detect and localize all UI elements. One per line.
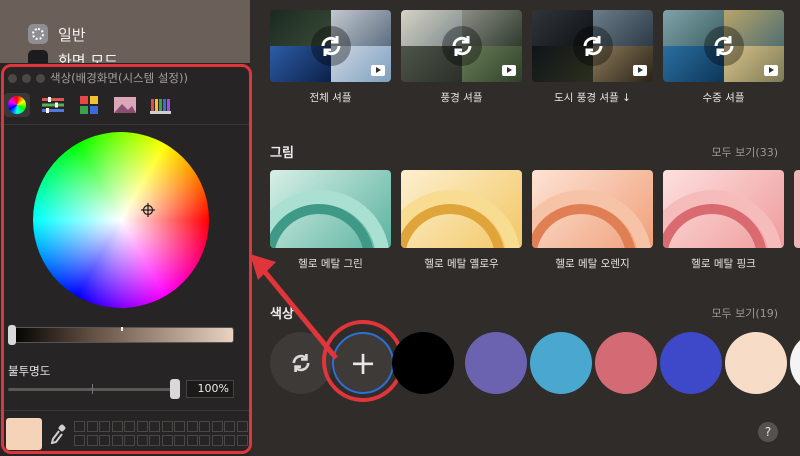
shuffle-icon	[572, 26, 613, 66]
picture-label: 헬로 메탈 핑크	[691, 258, 756, 270]
shuffle-thumbnail	[532, 10, 653, 82]
color-swatch-black[interactable]	[392, 332, 454, 394]
gear-icon	[28, 24, 48, 44]
color-swatch-purple[interactable]	[465, 332, 527, 394]
shuffle-icon	[441, 26, 482, 66]
shuffle-thumbnail	[401, 10, 522, 82]
play-icon	[764, 65, 778, 76]
picture-card-yellow[interactable]: 헬로 메탈 옐로우	[401, 170, 522, 271]
shuffle-icon	[703, 26, 744, 66]
play-icon	[502, 65, 516, 76]
color-swatch-indigo[interactable]	[660, 332, 722, 394]
picture-thumbnail	[401, 170, 522, 248]
shuffle-icon	[310, 26, 351, 66]
arrow-icon	[250, 254, 338, 360]
shuffle-label: 전체 셔플	[309, 92, 352, 104]
color-swatch-rose[interactable]	[595, 332, 657, 394]
shuffle-label: 풍경 셔플	[440, 92, 483, 104]
picture-thumbnail	[270, 170, 391, 248]
picture-card-pink[interactable]: 헬로 메탈 핑크	[663, 170, 784, 271]
pictures-see-all-link[interactable]: 모두 보기(33)	[711, 144, 778, 160]
shuffle-underwater-card[interactable]: 수중 셔플	[663, 10, 784, 105]
shuffle-cityscape-card[interactable]: 도시 풍경 셔플 ↓	[532, 10, 653, 105]
pictures-section-title: 그림	[270, 146, 294, 161]
play-icon	[633, 65, 647, 76]
picture-card-partial[interactable]	[794, 170, 800, 248]
picture-thumbnail	[532, 170, 653, 248]
sidebar-item-label: 일반	[58, 25, 86, 44]
shuffle-thumbnail	[270, 10, 391, 82]
shuffle-landscape-card[interactable]: 풍경 셔플	[401, 10, 522, 105]
color-swatch-blue[interactable]	[530, 332, 592, 394]
colors-see-all-link[interactable]: 모두 보기(19)	[711, 305, 778, 321]
picture-label: 헬로 메탈 오렌지	[555, 258, 630, 270]
shuffle-all-card[interactable]: 전체 셔플	[270, 10, 391, 105]
help-button[interactable]: ?	[758, 422, 778, 442]
picture-label: 헬로 메탈 옐로우	[424, 258, 499, 270]
shuffle-label: 수중 셔플	[702, 92, 745, 104]
shuffle-label: 도시 풍경 셔플 ↓	[554, 92, 631, 104]
play-icon	[371, 65, 385, 76]
picture-thumbnail	[663, 170, 784, 248]
picture-card-orange[interactable]: 헬로 메탈 오렌지	[532, 170, 653, 271]
sidebar-item-general[interactable]: 일반	[28, 22, 86, 46]
color-swatch-peach[interactable]	[725, 332, 787, 394]
shuffle-thumbnail	[663, 10, 784, 82]
highlight-box	[1, 64, 252, 454]
wallpaper-settings-window: 일반 화면 모드 전체 셔플 풍경 셔플 도시 풍경 셔플 ↓ 수중 셔플 그림…	[0, 0, 800, 456]
